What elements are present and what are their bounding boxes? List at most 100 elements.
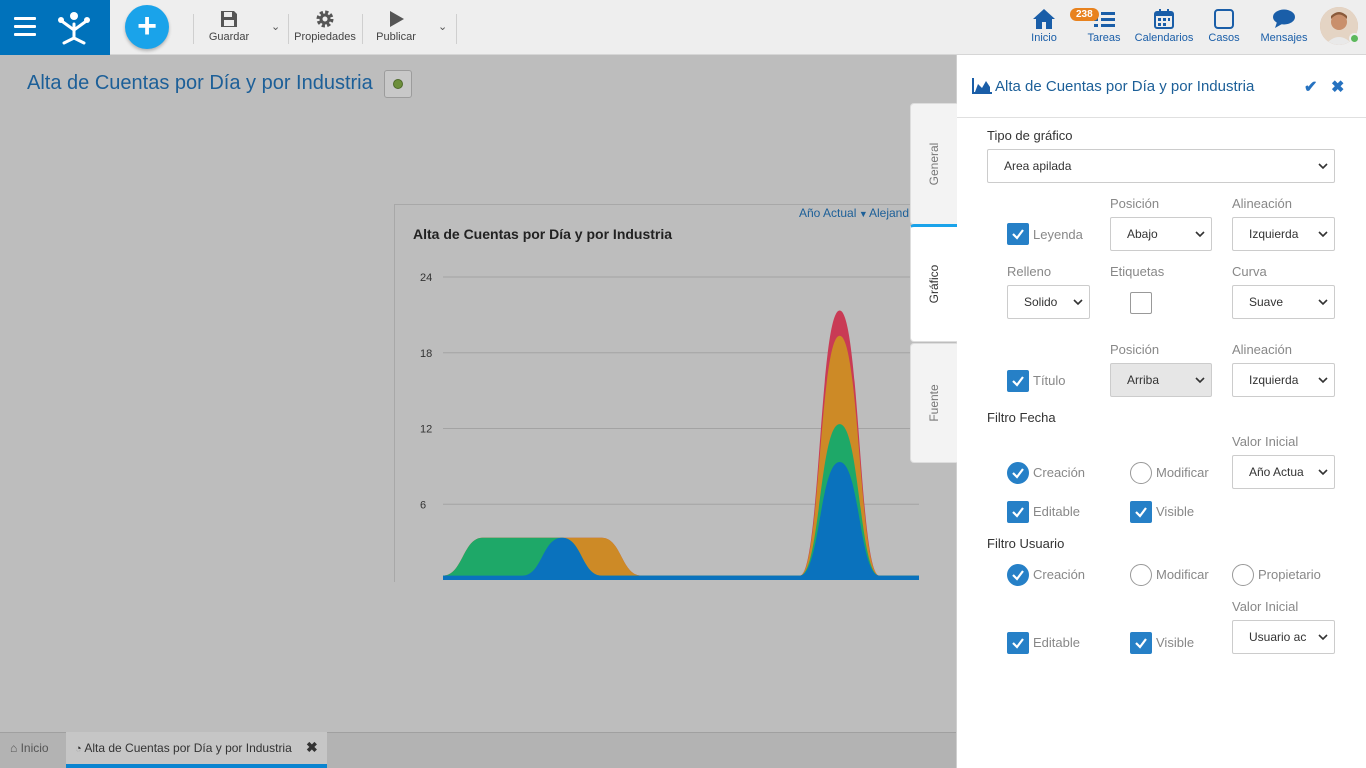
- chart-type-label: Tipo de gráfico: [987, 128, 1073, 143]
- toolbar-divider: [362, 14, 363, 44]
- hamburger-menu-icon[interactable]: [14, 17, 36, 37]
- y-tick-label: 24: [420, 272, 432, 284]
- chevron-down-icon: [1073, 299, 1083, 306]
- calendar-icon: [1134, 6, 1194, 32]
- date-filter-heading: Filtro Fecha: [987, 410, 1056, 425]
- nav-inicio[interactable]: Inicio: [1014, 6, 1074, 44]
- status-dot-icon: [393, 79, 403, 89]
- user-initial-value-select[interactable]: Usuario ac: [1232, 620, 1335, 654]
- date-modify-radio[interactable]: [1130, 462, 1152, 484]
- tab-general[interactable]: General: [910, 103, 957, 225]
- fill-select[interactable]: Solido: [1007, 285, 1090, 319]
- confirm-check-icon[interactable]: ✔: [1304, 77, 1317, 97]
- title-alignment-label: Alineación: [1232, 342, 1292, 357]
- user-initial-value-label: Valor Inicial: [1232, 599, 1299, 614]
- title-position-select[interactable]: Arriba: [1110, 363, 1212, 397]
- save-label: Guardar: [208, 31, 250, 43]
- chart-title: Alta de Cuentas por Día y por Industria: [413, 226, 673, 242]
- panel-divider: [957, 117, 1366, 118]
- date-modify-label: Modificar: [1156, 465, 1209, 480]
- nav-label: Calendarios: [1134, 32, 1194, 44]
- date-initial-value-label: Valor Inicial: [1232, 434, 1299, 449]
- nav-mensajes[interactable]: Mensajes: [1254, 6, 1314, 44]
- curve-select[interactable]: Suave: [1232, 285, 1335, 319]
- nav-label: Casos: [1208, 32, 1240, 44]
- title-label: Título: [1033, 373, 1066, 388]
- area-chart-icon: [972, 78, 992, 94]
- legend-position-select[interactable]: Abajo: [1110, 217, 1212, 251]
- nav-label: Tareas: [1087, 32, 1121, 44]
- user-modify-label: Modificar: [1156, 567, 1209, 582]
- tab-fuente[interactable]: Fuente: [910, 343, 957, 463]
- legend-alignment-label: Alineación: [1232, 196, 1292, 211]
- page-title: Alta de Cuentas por Día y por Industria: [27, 72, 373, 94]
- chevron-down-icon: [1318, 467, 1328, 477]
- stacked-area-chart: 6 12 18 24: [420, 272, 919, 580]
- legend-position-label: Posición: [1110, 196, 1160, 211]
- date-visible-label: Visible: [1156, 504, 1195, 519]
- date-creation-label: Creación: [1033, 465, 1086, 480]
- user-visible-checkbox[interactable]: [1130, 632, 1152, 654]
- labels-checkbox[interactable]: [1130, 292, 1152, 314]
- properties-button[interactable]: Propiedades: [292, 8, 358, 43]
- home-icon: ⌂: [10, 741, 18, 755]
- title-checkbox[interactable]: [1007, 370, 1029, 392]
- brand-area: [0, 0, 110, 55]
- chevron-down-icon: [1318, 632, 1328, 642]
- chart-type-select[interactable]: Area apilada: [987, 149, 1335, 183]
- chevron-down-icon: [1318, 231, 1328, 238]
- close-icon[interactable]: ✖: [1331, 77, 1344, 97]
- date-visible-checkbox[interactable]: [1130, 501, 1152, 523]
- user-editable-label: Editable: [1033, 635, 1080, 650]
- publish-dropdown-chevron-icon[interactable]: ⌄: [438, 20, 447, 33]
- add-button[interactable]: +: [125, 5, 169, 49]
- legend-label: Leyenda: [1033, 227, 1083, 242]
- date-creation-radio[interactable]: [1007, 462, 1029, 484]
- chevron-down-icon: ▼: [856, 209, 868, 219]
- date-initial-value-select[interactable]: Año Actua: [1232, 455, 1335, 489]
- user-creation-label: Creación: [1033, 567, 1086, 582]
- publish-button[interactable]: Publicar: [374, 8, 418, 43]
- play-icon: [374, 8, 418, 30]
- title-alignment-select[interactable]: Izquierda: [1232, 363, 1335, 397]
- tasks-count-badge: 238: [1070, 8, 1099, 21]
- curve-label: Curva: [1232, 264, 1267, 279]
- cases-icon: [1194, 6, 1254, 32]
- user-modify-radio[interactable]: [1130, 564, 1152, 586]
- properties-label: Propiedades: [294, 31, 356, 43]
- date-editable-checkbox[interactable]: [1007, 501, 1029, 523]
- messages-icon: [1254, 6, 1314, 32]
- chevron-down-icon: [1318, 163, 1328, 170]
- chart-user-filter[interactable]: Alejand: [869, 206, 912, 220]
- save-dropdown-chevron-icon[interactable]: ⌄: [271, 20, 280, 33]
- nav-calendarios[interactable]: Calendarios: [1134, 6, 1194, 44]
- title-position-label: Posición: [1110, 342, 1160, 357]
- save-button[interactable]: Guardar: [207, 8, 251, 43]
- user-visible-label: Visible: [1156, 635, 1195, 650]
- chevron-down-icon: [1195, 377, 1205, 384]
- toolbar-divider: [288, 14, 289, 44]
- user-creation-radio[interactable]: [1007, 564, 1029, 586]
- legend-checkbox[interactable]: [1007, 223, 1029, 245]
- publish-label: Publicar: [376, 31, 416, 43]
- legend-alignment-select[interactable]: Izquierda: [1232, 217, 1335, 251]
- tab-active-label[interactable]: ◔ Alta de Cuentas por Día y por Industri…: [75, 741, 292, 755]
- nav-casos[interactable]: Casos: [1194, 6, 1254, 44]
- chart-date-filter[interactable]: Año Actual ▼: [799, 206, 868, 220]
- y-tick-label: 6: [420, 499, 426, 511]
- user-owner-radio[interactable]: [1232, 564, 1254, 586]
- user-editable-checkbox[interactable]: [1007, 632, 1029, 654]
- tab-home[interactable]: ⌂ Inicio: [10, 741, 49, 755]
- date-editable-label: Editable: [1033, 504, 1080, 519]
- nav-label: Mensajes: [1260, 32, 1308, 44]
- chevron-down-icon: [1318, 377, 1328, 384]
- close-tab-icon[interactable]: ✖: [306, 739, 318, 756]
- nav-label: Inicio: [1031, 32, 1057, 44]
- tab-grafico[interactable]: Gráfico: [910, 224, 957, 342]
- home-icon: [1014, 6, 1074, 32]
- status-toggle[interactable]: [384, 70, 412, 98]
- logo-icon[interactable]: [56, 8, 92, 46]
- fill-label: Relleno: [1007, 264, 1052, 279]
- labels-label: Etiquetas: [1110, 264, 1165, 279]
- user-filter-heading: Filtro Usuario: [987, 536, 1065, 551]
